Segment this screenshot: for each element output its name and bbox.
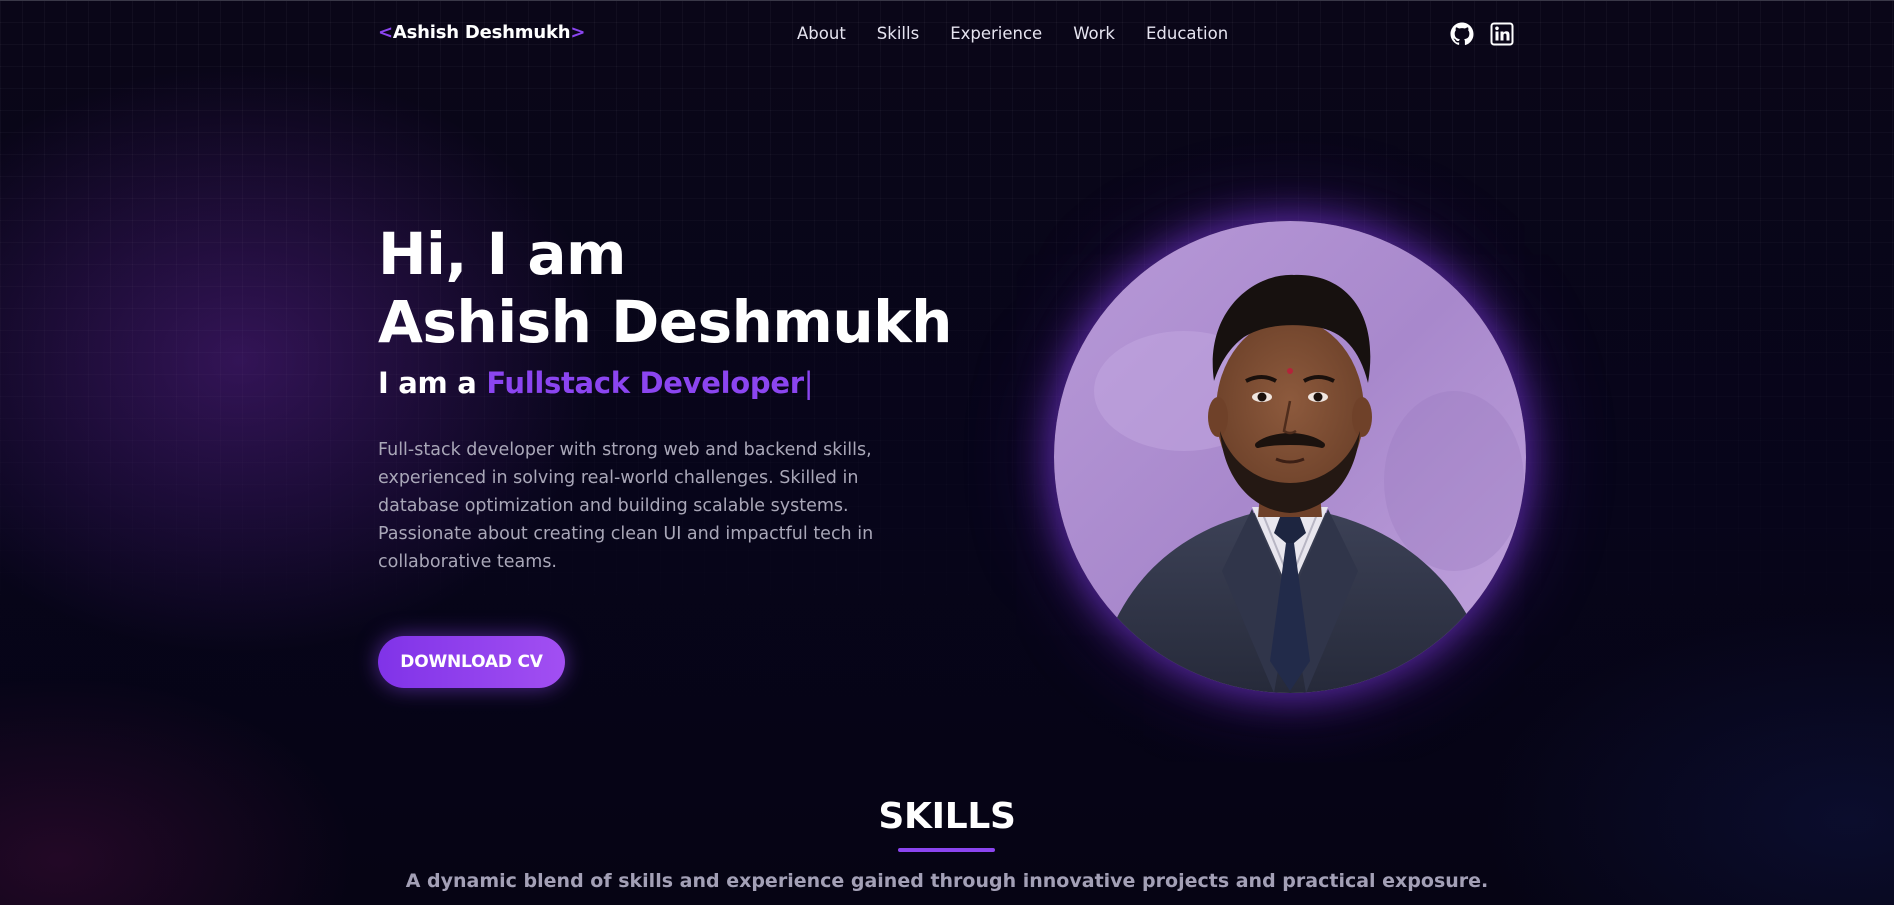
hero-heading: Hi, I am Ashish Deshmukh: [378, 220, 952, 356]
linkedin-icon[interactable]: [1490, 22, 1514, 46]
skills-subtitle: A dynamic blend of skills and experience…: [405, 870, 1489, 892]
nav-link-about[interactable]: About: [797, 24, 846, 43]
download-cv-button[interactable]: DOWNLOAD CV: [378, 636, 565, 688]
nav-link-work[interactable]: Work: [1073, 24, 1115, 43]
role-prefix: I am a: [378, 366, 487, 400]
navbar: <Ashish Deshmukh> About Skills Experienc…: [378, 20, 1514, 50]
nav-links: About Skills Experience Work Education: [797, 24, 1259, 43]
role-typewriter: Fullstack Developer: [486, 366, 804, 400]
nav-link-skills[interactable]: Skills: [877, 24, 919, 43]
logo-bracket-open: <: [378, 22, 393, 43]
skills-title: SKILLS: [878, 796, 1016, 837]
logo-name: Ashish Deshmukh: [392, 22, 571, 43]
role-line: I am a Fullstack Developer|: [378, 366, 814, 400]
hero-greeting: Hi, I am: [378, 220, 626, 288]
background-grid: [0, 0, 1894, 905]
social-links: [1450, 22, 1514, 46]
nav-link-education[interactable]: Education: [1146, 24, 1228, 43]
logo-link[interactable]: <Ashish Deshmukh>: [378, 22, 585, 43]
github-icon[interactable]: [1450, 22, 1474, 46]
top-border: [0, 0, 1894, 1]
hero-name: Ashish Deshmukh: [378, 288, 952, 356]
logo-bracket-close: >: [570, 22, 586, 43]
profile-photo: [1054, 221, 1526, 693]
hero-bio: Full-stack developer with strong web and…: [378, 440, 874, 572]
portfolio-page: <Ashish Deshmukh> About Skills Experienc…: [0, 0, 1894, 905]
nav-link-experience[interactable]: Experience: [950, 24, 1042, 43]
skills-underline: [898, 848, 995, 852]
typing-cursor: |: [803, 366, 814, 400]
